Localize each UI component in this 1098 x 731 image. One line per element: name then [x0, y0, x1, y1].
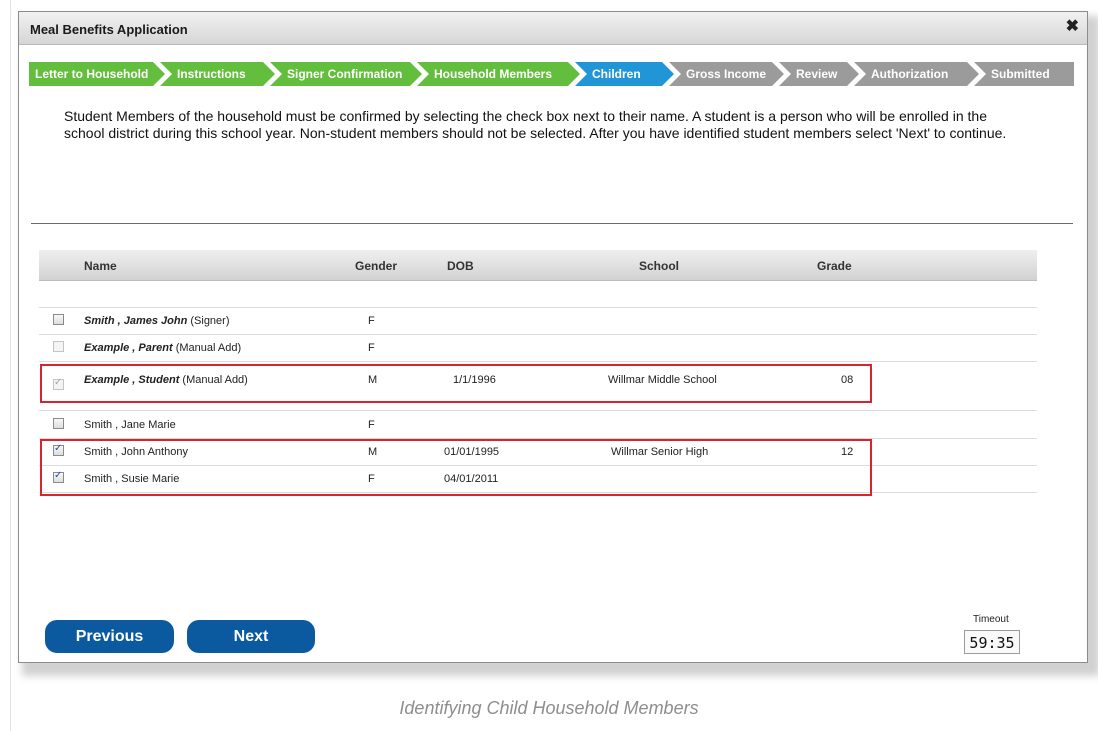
table-header: Name Gender DOB School Grade: [39, 250, 1037, 281]
member-name: Smith , John Anthony: [84, 446, 188, 458]
header-name: Name: [84, 259, 117, 273]
member-name-bold: Example , Parent: [84, 342, 173, 354]
member-gender: F: [368, 419, 375, 431]
table-row: Smith , Jane Marie F: [39, 412, 1037, 438]
member-dob: 04/01/2011: [444, 473, 499, 485]
member-dob: 1/1/1996: [453, 374, 496, 386]
dialog-titlebar: Meal Benefits Application ✖: [19, 12, 1087, 45]
step-label: Letter to Household: [35, 67, 149, 81]
header-dob: DOB: [447, 259, 474, 273]
member-name-suffix: (Manual Add): [179, 374, 248, 386]
member-gender: M: [368, 374, 378, 386]
table-row: Smith , Susie Marie F 04/01/2011: [39, 466, 1037, 492]
member-name-suffix: (Manual Add): [172, 342, 242, 354]
member-name-bold: Smith , James John: [84, 315, 188, 327]
member-dob: 01/01/1995: [444, 446, 500, 458]
student-checkbox[interactable]: [53, 470, 64, 483]
step-letter-to-household[interactable]: Letter to Household: [29, 62, 165, 86]
step-gross-income[interactable]: Gross Income: [669, 62, 784, 86]
member-gender: F: [368, 473, 375, 485]
table-row: Smith , John Anthony M 01/01/1995 Willma…: [39, 439, 1037, 465]
student-checkbox[interactable]: [53, 418, 64, 429]
wizard-stepper: Letter to Household Instructions Signer …: [29, 62, 1079, 86]
next-button[interactable]: Next: [187, 620, 315, 653]
student-checkbox[interactable]: [53, 314, 64, 325]
header-gender: Gender: [355, 259, 398, 273]
member-grade: 08: [841, 374, 854, 386]
step-children[interactable]: Children: [575, 62, 674, 86]
dialog-title: Meal Benefits Application: [30, 22, 188, 37]
member-gender: F: [368, 315, 375, 327]
timeout-label: Timeout: [973, 614, 1009, 625]
row-divider: [39, 361, 1037, 362]
meal-benefits-dialog: Meal Benefits Application ✖ Letter to Ho…: [18, 11, 1088, 663]
member-name: Example , Parent (Manual Add): [84, 342, 241, 354]
section-divider: [31, 223, 1073, 224]
member-name: Example , Student (Manual Add): [84, 374, 248, 386]
header-school: School: [639, 259, 680, 273]
step-label: Submitted: [991, 67, 1050, 81]
step-label: Review: [796, 67, 838, 81]
timeout-countdown: 59:35: [964, 630, 1020, 654]
previous-button[interactable]: Previous: [45, 620, 174, 653]
row-divider: [39, 410, 1037, 411]
close-icon[interactable]: ✖: [1066, 19, 1079, 35]
step-household-members[interactable]: Household Members: [417, 62, 580, 86]
row-divider: [39, 492, 1037, 493]
table-row: Example , Student (Manual Add) M 1/1/199…: [39, 367, 1037, 399]
member-name: Smith , Jane Marie: [84, 419, 176, 431]
header-grade: Grade: [817, 259, 852, 273]
member-gender: M: [368, 446, 378, 458]
page-left-rule: [10, 0, 11, 731]
table-row: Smith , James John (Signer) F: [39, 308, 1037, 334]
figure-caption: Identifying Child Household Members: [399, 698, 699, 718]
instructions-text: Student Members of the household must be…: [64, 108, 1007, 141]
step-authorization[interactable]: Authorization: [854, 62, 979, 86]
step-signer-confirmation[interactable]: Signer Confirmation: [270, 62, 422, 86]
step-review[interactable]: Review: [779, 62, 859, 86]
step-submitted[interactable]: Submitted: [974, 62, 1074, 86]
step-instructions[interactable]: Instructions: [160, 62, 275, 86]
member-school: Willmar Middle School: [608, 374, 717, 386]
member-name: Smith , James John (Signer): [84, 315, 230, 327]
step-label: Instructions: [177, 67, 246, 81]
student-checkbox: [53, 341, 64, 352]
step-label: Signer Confirmation: [287, 67, 403, 81]
student-checkbox[interactable]: [53, 443, 64, 456]
member-grade: 12: [841, 446, 854, 458]
member-name-bold: Example , Student: [84, 374, 180, 386]
member-name-suffix: (Signer): [187, 315, 230, 327]
member-school: Willmar Senior High: [611, 446, 709, 458]
member-gender: F: [368, 342, 375, 354]
member-name: Smith , Susie Marie: [84, 473, 180, 485]
student-checkbox: [53, 377, 64, 390]
step-label: Authorization: [871, 67, 949, 81]
step-label: Gross Income: [686, 67, 767, 81]
step-label: Household Members: [434, 67, 553, 81]
table-row: Example , Parent (Manual Add) F: [39, 335, 1037, 361]
step-label: Children: [592, 67, 641, 81]
